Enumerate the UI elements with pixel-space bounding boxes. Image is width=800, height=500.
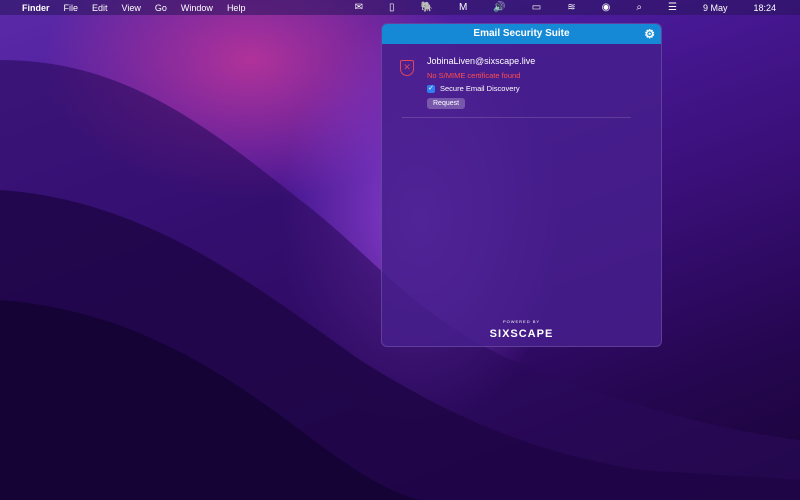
gear-icon[interactable]: ⚙ — [644, 24, 655, 44]
menu-window[interactable]: Window — [181, 3, 213, 13]
request-button[interactable]: Request — [427, 98, 466, 109]
control-center-icon[interactable]: ☰ — [668, 0, 677, 15]
wifi-icon[interactable]: ≋ — [567, 0, 575, 15]
checkbox-checked-icon[interactable]: ✓ — [427, 84, 435, 93]
elephant-icon[interactable]: 🐘 — [421, 0, 433, 15]
volume-icon[interactable]: 🔊 — [493, 0, 505, 15]
secure-email-discovery-checkbox[interactable]: ✓ Secure Email Discovery — [427, 84, 520, 93]
malwarebytes-icon[interactable]: M — [459, 0, 467, 15]
brand: SIXSCAPE — [489, 328, 554, 340]
popover-title: Email Security Suite — [473, 28, 570, 39]
menu-bar: Finder File Edit View Go Window Help ✉ ▯… — [0, 0, 800, 15]
email-security-icon[interactable]: ✉ — [355, 0, 363, 15]
menu-help[interactable]: Help — [227, 3, 246, 13]
user-icon[interactable]: ◉ — [602, 0, 611, 15]
date[interactable]: 9 May — [703, 3, 728, 13]
menu-view[interactable]: View — [122, 3, 141, 13]
sixscape-logo: POWERED BY SIXSCAPE — [382, 319, 661, 342]
popover-header: Email Security Suite ⚙ — [382, 24, 661, 44]
email-address: JobinaLiven@sixscape.live — [427, 56, 536, 66]
checkbox-label: Secure Email Discovery — [440, 84, 520, 93]
powered-by: POWERED BY — [502, 319, 541, 324]
certificate-status: No S/MIME certificate found — [427, 71, 521, 80]
divider — [402, 117, 631, 118]
mouse-icon[interactable]: ▯ — [389, 0, 395, 15]
time[interactable]: 18:24 — [753, 3, 776, 13]
search-icon[interactable]: ⌕ — [636, 0, 642, 15]
menu-go[interactable]: Go — [155, 3, 167, 13]
battery-icon[interactable]: ▭ — [532, 0, 541, 15]
shield-error-icon: ✕ — [400, 60, 414, 76]
menu-edit[interactable]: Edit — [92, 3, 108, 13]
menu-app-finder[interactable]: Finder — [22, 3, 50, 13]
email-security-popover: Email Security Suite ⚙ ✕ JobinaLiven@six… — [381, 23, 662, 347]
menu-file[interactable]: File — [64, 3, 79, 13]
